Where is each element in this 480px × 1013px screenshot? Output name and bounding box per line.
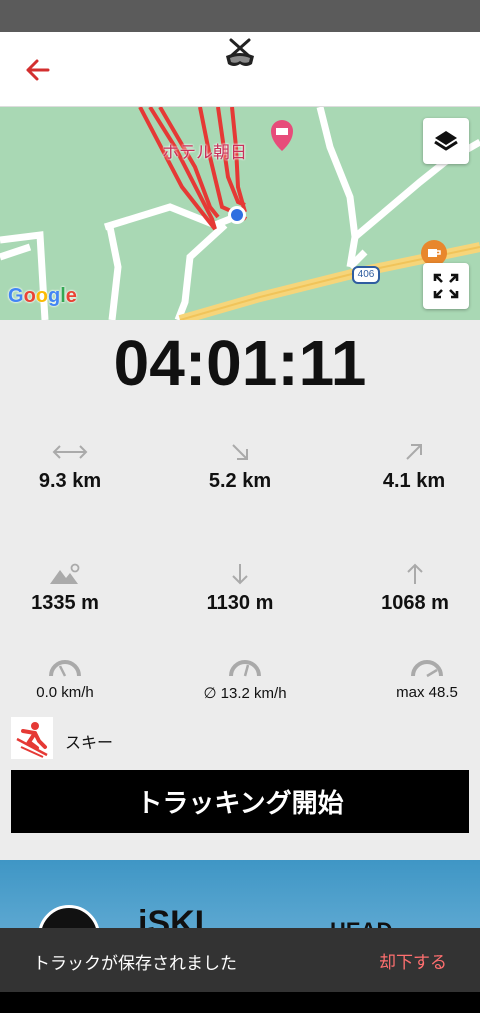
arrow-up-right-icon xyxy=(406,444,422,460)
arrow-up-icon xyxy=(407,563,423,584)
expand-icon xyxy=(433,273,459,299)
skier-icon xyxy=(11,717,53,759)
snackbar: トラックが保存されました 却下する xyxy=(0,928,480,992)
elapsed-timer: 04:01:11 xyxy=(113,327,367,399)
map-place-label: ホテル朝日 xyxy=(162,143,247,163)
system-navigation-bar xyxy=(0,992,480,1013)
stat-uphill-distance: 4.1 km xyxy=(344,440,480,493)
stat-max-altitude-value: 1335 m xyxy=(31,592,99,614)
map-fullscreen-button[interactable] xyxy=(423,263,469,309)
snackbar-dismiss-button[interactable]: 却下する xyxy=(379,948,447,973)
stat-ascent-value: 1068 m xyxy=(381,592,449,614)
stat-max-altitude: 1335 m xyxy=(0,562,135,615)
stat-descent: 1130 m xyxy=(170,562,310,615)
app-header xyxy=(0,32,480,107)
stat-average-speed-value: ∅ 13.2 km/h xyxy=(203,685,287,702)
speedometer-icon xyxy=(49,660,81,677)
arrow-left-icon xyxy=(26,59,50,81)
stat-total-distance: 9.3 km xyxy=(0,440,140,493)
stat-uphill-distance-value: 4.1 km xyxy=(382,470,446,492)
sport-label: スキー xyxy=(65,733,114,752)
back-button[interactable] xyxy=(20,52,56,88)
speedometer-icon xyxy=(411,660,443,678)
stat-average-speed: ∅ 13.2 km/h xyxy=(175,656,315,702)
map-view[interactable]: ホテル朝日 406 Google xyxy=(0,107,480,320)
stat-max-speed-value: max 48.5 xyxy=(396,684,458,701)
arrow-down-icon xyxy=(232,564,248,585)
arrow-down-right-icon xyxy=(232,444,248,460)
mountain-pin-icon xyxy=(50,563,80,584)
stat-max-speed: max 48.5 xyxy=(357,656,480,701)
stat-current-speed-value: 0.0 km/h xyxy=(36,684,94,701)
stat-downhill-distance: 5.2 km xyxy=(170,440,310,493)
app-logo xyxy=(222,36,258,72)
stat-downhill-distance-value: 5.2 km xyxy=(208,470,272,492)
stat-current-speed: 0.0 km/h xyxy=(0,656,135,701)
stat-ascent: 1068 m xyxy=(345,562,480,615)
stat-total-distance-value: 9.3 km xyxy=(38,470,102,492)
route-number-badge: 406 xyxy=(352,266,380,284)
hotel-pin-icon xyxy=(271,120,293,151)
layers-icon xyxy=(434,131,458,151)
start-tracking-button[interactable]: トラッキング開始 xyxy=(11,770,469,833)
status-bar xyxy=(0,0,480,32)
map-layers-button[interactable] xyxy=(423,118,469,164)
snackbar-message: トラックが保存されました xyxy=(33,954,237,974)
speedometer-icon xyxy=(229,660,261,677)
stat-descent-value: 1130 m xyxy=(206,592,274,614)
horizontal-arrows-icon xyxy=(52,445,88,459)
ski-goggles-logo-icon xyxy=(226,38,254,66)
google-attribution: Google xyxy=(8,285,77,307)
